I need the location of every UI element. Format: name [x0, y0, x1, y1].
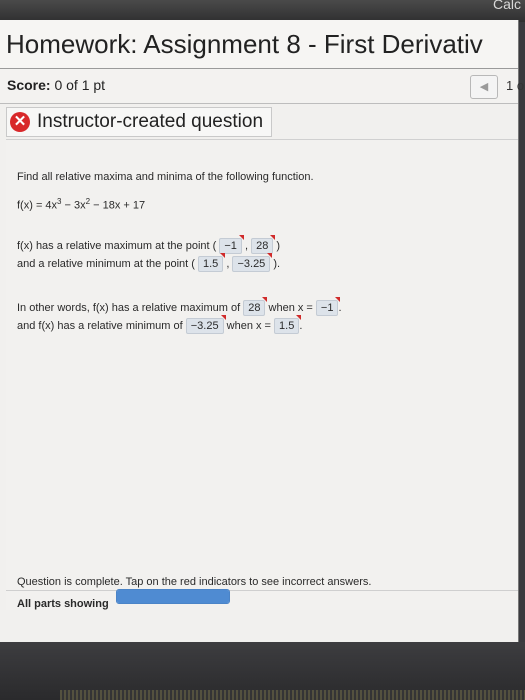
other-words-max-line: In other words, f(x) has a relative maxi… [17, 297, 342, 316]
question-prompt: Find all relative maxima and minima of t… [17, 171, 314, 183]
incorrect-indicator[interactable] [238, 235, 244, 240]
incorrect-indicator[interactable] [296, 315, 302, 320]
score-text: Score: 0 of 1 pt [7, 77, 105, 93]
question-count: 1 o [506, 78, 525, 93]
question-content: Find all relative maxima and minima of t… [6, 139, 518, 610]
score-label: Score: [7, 77, 51, 93]
max-value-answer[interactable]: 28 [243, 297, 268, 316]
x-circle-icon: ✕ [10, 112, 30, 132]
incorrect-indicator[interactable] [267, 253, 273, 258]
top-bar: Calc [0, 0, 525, 22]
score-value: 0 of 1 pt [54, 77, 106, 93]
max-y-answer[interactable]: 28 [251, 235, 276, 254]
parts-label: All parts showing [17, 598, 109, 610]
min-x-answer[interactable]: 1.5 [197, 253, 226, 272]
min-x-value-answer[interactable]: 1.5 [274, 315, 302, 334]
incorrect-indicator[interactable] [335, 297, 341, 302]
page-title: Homework: Assignment 8 - First Derivativ [6, 29, 483, 59]
divider [6, 590, 518, 591]
incorrect-indicator[interactable] [270, 235, 276, 240]
title-bar: Homework: Assignment 8 - First Derivativ [0, 20, 518, 69]
keyboard-strip [60, 690, 525, 700]
question-title: Instructor-created question [37, 111, 264, 132]
min-point-line: and a relative minimum at the point ( 1.… [17, 253, 280, 272]
parts-progress-bar[interactable] [116, 589, 230, 604]
homework-page: Homework: Assignment 8 - First Derivativ… [0, 20, 524, 642]
min-value-answer[interactable]: −3.25 [185, 315, 226, 334]
previous-question-button[interactable]: ◀ [470, 75, 498, 99]
min-y-answer[interactable]: −3.25 [232, 253, 273, 272]
calc-label[interactable]: Calc [493, 0, 521, 12]
question-header: ✕ Instructor-created question [6, 107, 272, 137]
other-words-min-line: and f(x) has a relative minimum of −3.25… [17, 315, 302, 334]
max-x-value-answer[interactable]: −1 [315, 297, 341, 316]
incorrect-indicator[interactable] [220, 315, 226, 320]
incorrect-indicator[interactable] [220, 253, 226, 258]
completion-status: Question is complete. Tap on the red ind… [17, 576, 372, 588]
triangle-left-icon: ◀ [479, 81, 489, 93]
progress-fill [117, 590, 229, 603]
incorrect-indicator[interactable] [262, 297, 268, 302]
score-bar: Score: 0 of 1 pt ◀ 1 o [0, 69, 524, 104]
max-point-line: f(x) has a relative maximum at the point… [17, 235, 280, 254]
function-expression: f(x) = 4x3 − 3x2 − 18x + 17 [17, 197, 146, 212]
max-x-answer[interactable]: −1 [219, 235, 244, 254]
